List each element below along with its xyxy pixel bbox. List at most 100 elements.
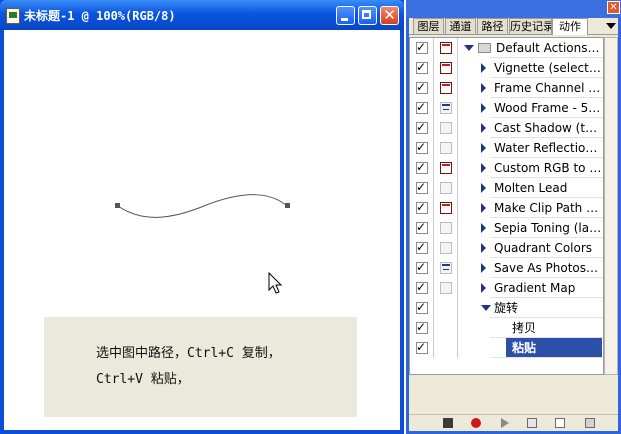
anchor-point-start[interactable] xyxy=(115,203,120,208)
toggle-item-checkbox[interactable]: ✓ xyxy=(416,300,428,314)
action-row[interactable]: ✓ Make Clip Path (selection) xyxy=(410,198,603,218)
action-row[interactable]: ✓ Default Actions.atn xyxy=(410,38,603,58)
document-title-bar[interactable]: 未标题-1 @ 100%(RGB/8) ✕ xyxy=(0,0,404,30)
toggle-item-checkbox[interactable]: ✓ xyxy=(416,100,428,114)
toggle-item-checkbox[interactable]: ✓ xyxy=(416,60,428,74)
expand-triangle-icon[interactable] xyxy=(481,283,486,293)
toggle-item-cell[interactable]: ✓ xyxy=(410,98,434,118)
toggle-item-checkbox[interactable]: ✓ xyxy=(416,320,428,334)
dialog-toggle-cell[interactable] xyxy=(434,238,458,258)
toggle-item-cell[interactable]: ✓ xyxy=(410,338,434,358)
dialog-toggle-cell[interactable] xyxy=(434,138,458,158)
new-action-icon[interactable] xyxy=(555,418,565,428)
dialog-toggle-icon[interactable] xyxy=(440,282,452,294)
expand-triangle-icon[interactable] xyxy=(481,143,486,153)
dialog-toggle-cell[interactable] xyxy=(434,98,458,118)
dialog-toggle-cell[interactable] xyxy=(434,298,458,318)
dialog-toggle-cell[interactable] xyxy=(434,318,458,338)
dialog-toggle-icon[interactable] xyxy=(440,222,452,234)
toggle-item-checkbox[interactable]: ✓ xyxy=(416,220,428,234)
action-row[interactable]: ✓ Vignette (selection) xyxy=(410,58,603,78)
trash-icon[interactable] xyxy=(585,418,595,428)
action-row[interactable]: ✓ Quadrant Colors xyxy=(410,238,603,258)
panel-title-bar[interactable]: ✕ xyxy=(406,0,621,18)
dialog-toggle-cell[interactable] xyxy=(434,338,458,358)
minimize-button[interactable] xyxy=(336,6,355,25)
action-row[interactable]: ✓ Wood Frame - 50 pixel xyxy=(410,98,603,118)
expand-triangle-icon[interactable] xyxy=(481,163,486,173)
dialog-toggle-icon[interactable] xyxy=(440,202,452,214)
dialog-toggle-icon[interactable] xyxy=(440,42,452,54)
dialog-toggle-icon[interactable] xyxy=(440,262,452,274)
dialog-toggle-cell[interactable] xyxy=(434,218,458,238)
toggle-item-cell[interactable]: ✓ xyxy=(410,298,434,318)
dialog-toggle-icon[interactable] xyxy=(440,182,452,194)
dialog-toggle-cell[interactable] xyxy=(434,78,458,98)
dialog-toggle-icon[interactable] xyxy=(440,242,452,254)
tab-actions[interactable]: 动作 xyxy=(552,18,588,35)
toggle-item-cell[interactable]: ✓ xyxy=(410,238,434,258)
toggle-item-checkbox[interactable]: ✓ xyxy=(416,140,428,154)
dialog-toggle-icon[interactable] xyxy=(440,162,452,174)
tab-paths[interactable]: 路径 xyxy=(477,18,508,34)
expand-triangle-icon[interactable] xyxy=(481,123,486,133)
dialog-toggle-cell[interactable] xyxy=(434,118,458,138)
action-row[interactable]: ✓ Gradient Map xyxy=(410,278,603,298)
expand-triangle-icon[interactable] xyxy=(481,203,486,213)
toggle-item-cell[interactable]: ✓ xyxy=(410,158,434,178)
action-row[interactable]: ✓ Custom RGB to Grayscale xyxy=(410,158,603,178)
toggle-item-cell[interactable]: ✓ xyxy=(410,198,434,218)
toggle-item-checkbox[interactable]: ✓ xyxy=(416,120,428,134)
dialog-toggle-icon[interactable] xyxy=(440,62,452,74)
expand-triangle-icon[interactable] xyxy=(481,63,486,73)
toggle-item-cell[interactable]: ✓ xyxy=(410,178,434,198)
dialog-toggle-cell[interactable] xyxy=(434,198,458,218)
expand-triangle-icon[interactable] xyxy=(481,223,486,233)
action-row[interactable]: ✓ Molten Lead xyxy=(410,178,603,198)
toggle-item-cell[interactable]: ✓ xyxy=(410,138,434,158)
toggle-item-checkbox[interactable]: ✓ xyxy=(416,200,428,214)
toggle-item-checkbox[interactable]: ✓ xyxy=(416,80,428,94)
dialog-toggle-icon[interactable] xyxy=(440,122,452,134)
tab-history[interactable]: 历史记录 xyxy=(509,18,552,34)
dialog-toggle-cell[interactable] xyxy=(434,58,458,78)
collapse-triangle-icon[interactable] xyxy=(464,45,474,51)
dialog-toggle-cell[interactable] xyxy=(434,258,458,278)
toggle-item-checkbox[interactable]: ✓ xyxy=(416,340,428,354)
stop-icon[interactable] xyxy=(443,418,453,428)
toggle-item-checkbox[interactable]: ✓ xyxy=(416,260,428,274)
panel-menu-icon[interactable] xyxy=(604,21,616,31)
toggle-item-checkbox[interactable]: ✓ xyxy=(416,280,428,294)
toggle-item-cell[interactable]: ✓ xyxy=(410,318,434,338)
toggle-item-cell[interactable]: ✓ xyxy=(410,38,434,58)
dialog-toggle-icon[interactable] xyxy=(440,102,452,114)
expand-triangle-icon[interactable] xyxy=(481,83,486,93)
anchor-point-end[interactable] xyxy=(285,203,290,208)
close-button[interactable]: ✕ xyxy=(380,6,399,25)
toggle-item-checkbox[interactable]: ✓ xyxy=(416,40,428,54)
action-row[interactable]: ✓ Save As Photoshop PDF xyxy=(410,258,603,278)
toggle-item-cell[interactable]: ✓ xyxy=(410,278,434,298)
dialog-toggle-icon[interactable] xyxy=(440,142,452,154)
dialog-toggle-cell[interactable] xyxy=(434,178,458,198)
maximize-button[interactable] xyxy=(358,6,377,25)
dialog-toggle-cell[interactable] xyxy=(434,38,458,58)
action-row[interactable]: ✓ Cast Shadow (type) xyxy=(410,118,603,138)
actions-list[interactable]: ✓ Default Actions.atn ✓ Vignette (selection… xyxy=(409,37,604,375)
toggle-item-cell[interactable]: ✓ xyxy=(410,218,434,238)
expand-triangle-icon[interactable] xyxy=(481,263,486,273)
new-set-icon[interactable] xyxy=(527,418,537,428)
curved-path[interactable] xyxy=(117,194,288,218)
dialog-toggle-icon[interactable] xyxy=(440,82,452,94)
toggle-item-cell[interactable]: ✓ xyxy=(410,78,434,98)
toggle-item-checkbox[interactable]: ✓ xyxy=(416,240,428,254)
expand-triangle-icon[interactable] xyxy=(481,243,486,253)
collapse-triangle-icon[interactable] xyxy=(481,305,491,311)
action-row[interactable]: ✓ Sepia Toning (layer) xyxy=(410,218,603,238)
toggle-item-checkbox[interactable]: ✓ xyxy=(416,160,428,174)
action-row[interactable]: ✓ 拷贝 xyxy=(410,318,603,338)
tab-layers[interactable]: 图层 xyxy=(413,18,444,34)
expand-triangle-icon[interactable] xyxy=(481,183,486,193)
toggle-item-checkbox[interactable]: ✓ xyxy=(416,180,428,194)
dialog-toggle-cell[interactable] xyxy=(434,158,458,178)
